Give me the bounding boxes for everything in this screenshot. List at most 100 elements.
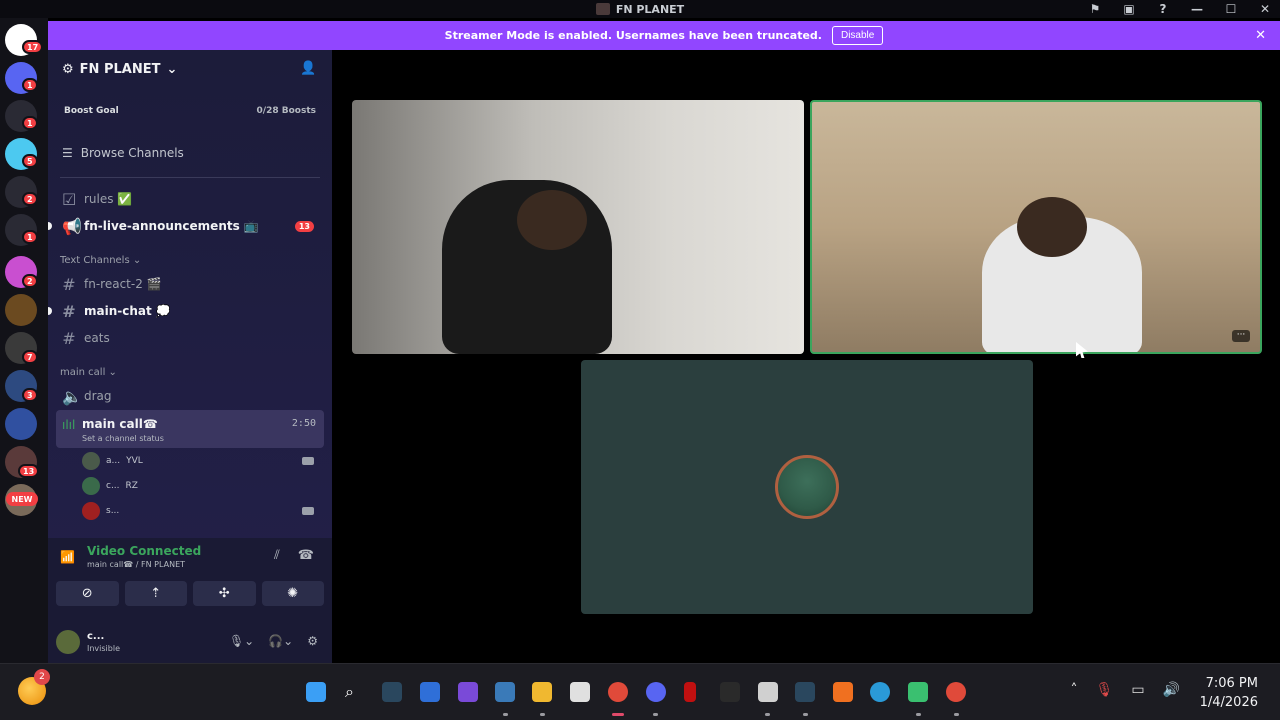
- help-icon[interactable]: ?: [1156, 2, 1170, 16]
- channel-eats[interactable]: # eats: [56, 326, 324, 350]
- server-badge: 1: [22, 230, 38, 244]
- steam-icon[interactable]: [795, 682, 815, 702]
- server-icon-8[interactable]: [5, 294, 37, 326]
- avatar: [82, 502, 100, 520]
- browse-channels[interactable]: ☰ Browse Channels: [56, 138, 324, 168]
- microphone-tray-icon[interactable]: 🎙: [1096, 682, 1114, 698]
- disable-button[interactable]: Disable: [831, 26, 884, 45]
- server-badge: 1: [22, 78, 38, 92]
- boost-label: Boost Goal: [64, 106, 119, 116]
- app-icon[interactable]: [720, 682, 740, 702]
- avatar[interactable]: [56, 630, 80, 654]
- close-window-icon[interactable]: ✕: [1258, 2, 1272, 16]
- voice-activity-icon: ılıl: [62, 418, 76, 432]
- camera-off-button[interactable]: ⊘: [56, 581, 119, 606]
- noise-suppression-icon[interactable]: ⫽: [274, 548, 280, 563]
- camera-off-icon: ⊘: [81, 586, 93, 601]
- channel-rules[interactable]: ☑ rules ✅: [56, 187, 324, 211]
- voice-user-name: c...: [106, 481, 120, 491]
- avatar: [775, 455, 839, 519]
- store-icon[interactable]: [570, 682, 590, 702]
- channel-fn-react-2[interactable]: # fn-react-2 🎬: [56, 272, 324, 296]
- voice-channel-drag[interactable]: 🔈 drag: [56, 384, 324, 408]
- date: 1/4/2026: [1199, 695, 1258, 710]
- hash-icon: #: [62, 301, 76, 321]
- voice-user[interactable]: a... YVL: [82, 451, 322, 471]
- streamer-mode-banner: Streamer Mode is enabled. Usernames have…: [48, 21, 1280, 50]
- chrome-icon[interactable]: [946, 682, 966, 702]
- maximize-icon[interactable]: ☐: [1224, 2, 1238, 16]
- channel-fn-live-announcements[interactable]: 📢 fn-live-announcements 📺 13: [56, 214, 324, 238]
- outlook-icon[interactable]: [420, 682, 440, 702]
- edge-icon[interactable]: [870, 682, 890, 702]
- add-member-icon[interactable]: 👤: [300, 61, 316, 77]
- video-tile-speaking[interactable]: ···: [810, 100, 1262, 354]
- video-tile-no-camera[interactable]: [581, 360, 1033, 614]
- server-icon-11[interactable]: [5, 408, 37, 440]
- disconnect-icon[interactable]: ☎: [298, 548, 314, 563]
- window-title-text: FN PLANET: [615, 2, 685, 16]
- server-list: 17 1 1 5 2 1 2 7 3 13: [0, 18, 48, 663]
- user-status: Invisible: [87, 644, 120, 653]
- app-icon[interactable]: [758, 682, 778, 702]
- app-icon[interactable]: [908, 682, 928, 702]
- microphone-icon[interactable]: 🎙⌄: [229, 634, 254, 648]
- video-content: [1017, 197, 1087, 257]
- divider: [60, 177, 320, 178]
- boost-goal[interactable]: Boost Goal 0/28 Boosts: [56, 96, 324, 126]
- flag-icon[interactable]: ⚑: [1088, 2, 1102, 16]
- voice-user[interactable]: s...: [82, 501, 322, 521]
- app-icon[interactable]: [458, 682, 478, 702]
- voice-location[interactable]: main call☎ / FN PLANET: [87, 560, 185, 569]
- channel-main-chat[interactable]: # main-chat 💭: [56, 299, 324, 323]
- more-options-icon[interactable]: ···: [1232, 330, 1250, 342]
- boost-progress: 0/28 Boosts: [256, 106, 316, 116]
- browse-label: Browse Channels: [80, 146, 184, 160]
- steam-icon[interactable]: [382, 682, 402, 702]
- minimize-icon[interactable]: —: [1190, 2, 1204, 16]
- taskbar: 2 ⌕ ˄ 🎙 ▭ 🔊 7:06 PM 1/4/2026: [0, 663, 1280, 720]
- chrome-icon[interactable]: [608, 682, 628, 702]
- mention-count: 13: [294, 220, 314, 232]
- camera-icon: [302, 457, 314, 465]
- voice-user[interactable]: c... RZ: [82, 476, 322, 496]
- soundboard-button[interactable]: ✺: [261, 581, 324, 606]
- server-settings-icon: ⚙: [62, 61, 74, 77]
- running-indicator: [540, 713, 545, 716]
- channel-label: fn-react-2 🎬: [84, 277, 162, 291]
- signal-icon: 📶: [60, 550, 75, 564]
- activities-button[interactable]: ✣: [193, 581, 256, 606]
- unread-indicator: [48, 222, 52, 230]
- server-badge: 2: [22, 274, 38, 288]
- soundboard-icon: ✺: [287, 586, 299, 601]
- clock[interactable]: 7:06 PM 1/4/2026: [1200, 674, 1258, 712]
- screen-share-button[interactable]: ⇡: [124, 581, 187, 606]
- weather-icon[interactable]: 2: [18, 669, 50, 705]
- network-icon[interactable]: ▭: [1131, 682, 1144, 698]
- file-explorer-icon[interactable]: [532, 682, 552, 702]
- call-timer: 2:50: [291, 418, 316, 429]
- app-icon[interactable]: [684, 682, 696, 702]
- hash-icon: #: [62, 274, 76, 294]
- voice-status[interactable]: Video Connected: [87, 544, 201, 558]
- app-icon[interactable]: [833, 682, 853, 702]
- chevron-up-icon[interactable]: ˄: [1071, 682, 1078, 698]
- voice-channel-main-call[interactable]: ılıl main call☎ 2:50 Set a channel statu…: [56, 410, 324, 448]
- server-header[interactable]: ⚙ FN PLANET ⌄ 👤: [48, 50, 332, 88]
- running-indicator: [765, 713, 770, 716]
- terminal-icon[interactable]: [495, 682, 515, 702]
- close-icon[interactable]: ✕: [1255, 28, 1266, 43]
- category-text-channels[interactable]: Text Channels ⌄: [60, 255, 141, 266]
- inbox-icon[interactable]: ▣: [1122, 2, 1136, 16]
- user-settings-icon[interactable]: ⚙: [307, 634, 318, 648]
- start-icon[interactable]: [306, 682, 326, 702]
- video-tile[interactable]: [352, 100, 804, 354]
- discord-icon[interactable]: [646, 682, 666, 702]
- search-icon[interactable]: ⌕: [345, 682, 365, 702]
- channel-status[interactable]: Set a channel status: [82, 434, 164, 443]
- volume-icon[interactable]: 🔊: [1163, 682, 1180, 698]
- user-name[interactable]: c...: [87, 631, 104, 642]
- voice-connection-panel: 📶 Video Connected main call☎ / FN PLANET…: [48, 538, 332, 663]
- category-main-call[interactable]: main call ⌄: [60, 367, 117, 378]
- headphones-icon[interactable]: 🎧⌄: [268, 634, 293, 648]
